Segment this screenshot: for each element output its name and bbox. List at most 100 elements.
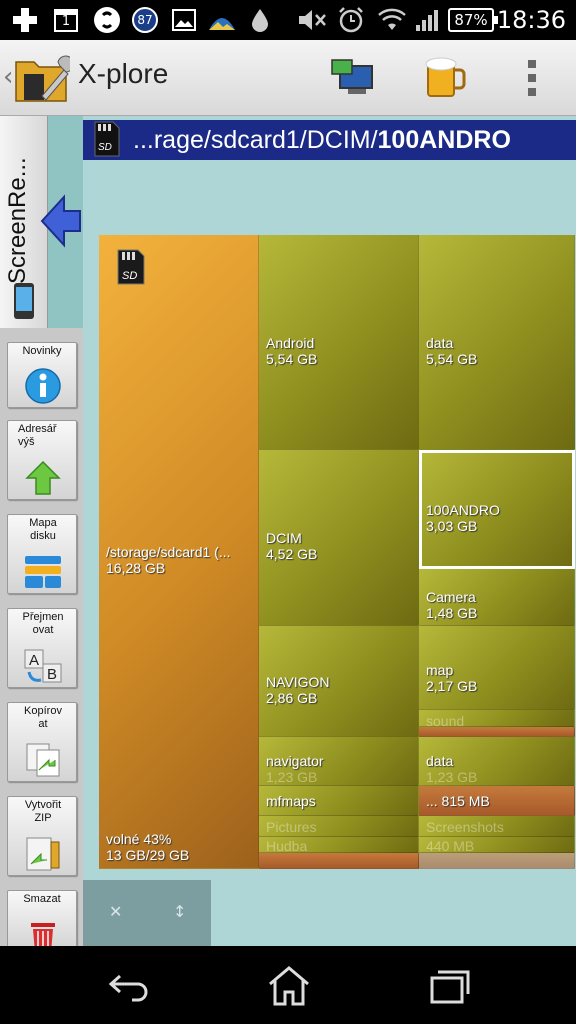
close-icon[interactable]: ✕ xyxy=(109,902,122,921)
notification-badge: 87 xyxy=(137,13,153,27)
rename-button[interactable]: Přejmen ovat AB xyxy=(7,608,77,688)
badge-icon: 87 xyxy=(130,6,160,34)
nav-data-name: data xyxy=(426,753,454,769)
bottom-controls: ✕ ↕ xyxy=(83,880,211,946)
news-button[interactable]: Novinky xyxy=(7,342,77,408)
up-arrow-icon xyxy=(23,460,63,496)
delete-button[interactable]: Smazat xyxy=(7,890,77,953)
app-logo-icon[interactable] xyxy=(14,52,75,104)
treemap-folder-navigon[interactable]: NAVIGON 2,86 GB xyxy=(259,626,419,737)
treemap-file-440mb[interactable]: 440 MB xyxy=(419,837,575,853)
treemap-folder-mfmaps[interactable]: mfmaps xyxy=(259,786,419,816)
treemap-folder-pictures[interactable]: Pictures xyxy=(259,816,419,837)
treemap-folder-android[interactable]: Android 5,54 GB xyxy=(259,235,419,450)
disk-map-icon xyxy=(23,554,63,590)
create-zip-button[interactable]: Vytvořit ZIP xyxy=(7,796,77,876)
app-title: X-plore xyxy=(78,58,169,89)
treemap-small-files-a[interactable] xyxy=(259,853,419,869)
info-icon xyxy=(23,368,63,404)
dcim-name: DCIM xyxy=(266,530,302,546)
androdir-name: 100ANDRO xyxy=(426,502,500,518)
map-size: 2,17 GB xyxy=(426,678,478,694)
left-panel: ScreenRe... Novinky Adresář výš Mapa dis… xyxy=(0,116,83,953)
zip-icon xyxy=(23,836,63,872)
left-arrow-icon[interactable] xyxy=(40,194,82,248)
treemap-folder-android-data[interactable]: data 5,54 GB xyxy=(419,235,575,450)
treemap-folder-nav-data[interactable]: data 1,23 GB xyxy=(419,737,575,786)
home-icon[interactable] xyxy=(264,966,314,1006)
camera-name: Camera xyxy=(426,589,476,605)
treemap-root-sdcard[interactable]: SD /storage/sdcard1 (... 16,28 GB volné … xyxy=(99,235,259,869)
current-path: ...rage/sdcard1/DCIM/100ANDRO xyxy=(133,125,511,155)
mfmaps-file-size: ... 815 MB xyxy=(426,793,490,809)
gallery-icon xyxy=(170,6,198,34)
pictures-name: Pictures xyxy=(266,819,317,835)
pane-tab-label: ScreenRe... xyxy=(4,157,31,284)
resize-icon[interactable]: ↕ xyxy=(173,902,186,921)
beer-donate-icon[interactable] xyxy=(422,54,468,100)
svg-text:A: A xyxy=(29,652,39,669)
calendar-icon: 1 xyxy=(52,6,80,34)
treemap-file-815mb[interactable]: ... 815 MB xyxy=(419,786,575,816)
back-caret-icon[interactable]: ‹ xyxy=(3,62,13,92)
weather-icon xyxy=(206,6,238,34)
android-data-name: data xyxy=(426,335,454,351)
recent-apps-icon[interactable] xyxy=(424,966,474,1006)
news-button-label: Novinky xyxy=(22,345,62,357)
camera-size: 1,48 GB xyxy=(426,605,478,621)
disk-map-button-label: Mapa disku xyxy=(29,517,57,542)
alarm-icon xyxy=(336,6,366,34)
android-data-size: 5,54 GB xyxy=(426,351,478,367)
path-bar[interactable]: SD ...rage/sdcard1/DCIM/100ANDRO xyxy=(83,120,576,160)
parent-directory-button-label: Adresář výš xyxy=(18,423,57,448)
svg-text:SD: SD xyxy=(98,142,112,153)
treemap-folder-map[interactable]: map 2,17 GB xyxy=(419,626,575,710)
plus-notification-icon xyxy=(10,6,40,34)
treemap-folder-navigator[interactable]: navigator 1,23 GB xyxy=(259,737,419,786)
root-sdcard-icon: SD xyxy=(116,248,146,286)
calendar-day: 1 xyxy=(61,14,71,29)
screenshots-name: Screenshots xyxy=(426,819,504,835)
drop-icon xyxy=(248,6,272,34)
treemap-folder-100andro[interactable]: 100ANDRO 3,03 GB xyxy=(419,450,575,569)
svg-text:SD: SD xyxy=(122,270,137,282)
copy-button[interactable]: Kopírov at xyxy=(7,702,77,782)
screen: 1 87 87% 18:36 ‹ X-plore ScreenRe... Nov… xyxy=(0,0,576,1024)
treemap-folder-hudba[interactable]: Hudba xyxy=(259,837,419,853)
hudba-name: Hudba xyxy=(266,838,308,853)
treemap-folder-sound[interactable]: sound xyxy=(419,710,575,727)
map-name: map xyxy=(426,662,454,678)
disk-map-button[interactable]: Mapa disku xyxy=(7,514,77,594)
free-space-label: volné 43% xyxy=(106,831,172,847)
mute-icon xyxy=(296,6,328,34)
signal-icon xyxy=(414,6,442,34)
main-pane: SD ...rage/sdcard1/DCIM/100ANDRO SD /sto… xyxy=(83,116,576,946)
svg-text:B: B xyxy=(47,666,57,683)
back-icon[interactable] xyxy=(104,966,154,1006)
path-prefix: ...rage/sdcard1/DCIM/ xyxy=(133,126,378,154)
status-bar: 1 87 87% 18:36 xyxy=(0,0,576,40)
rename-icon: AB xyxy=(23,648,63,684)
navigator-name: navigator xyxy=(266,753,324,769)
treemap-folder-dcim[interactable]: DCIM 4,52 GB xyxy=(259,450,419,626)
delete-button-label: Smazat xyxy=(23,893,61,905)
root-size: 16,28 GB xyxy=(106,560,166,576)
overflow-menu-icon[interactable] xyxy=(522,58,542,98)
small-file-size: 440 MB xyxy=(426,838,475,853)
nav-data-size: 1,23 GB xyxy=(426,769,478,785)
mfmaps-name: mfmaps xyxy=(266,793,316,809)
pane-arrow-area[interactable] xyxy=(40,116,83,328)
treemap-small-file[interactable] xyxy=(419,727,575,737)
treemap-folder-screenshots[interactable]: Screenshots xyxy=(419,816,575,837)
treemap-folder-camera[interactable]: Camera 1,48 GB xyxy=(419,569,575,626)
remote-screen-icon[interactable] xyxy=(330,58,376,98)
dcim-size: 4,52 GB xyxy=(266,546,318,562)
copy-button-label: Kopírov at xyxy=(24,705,62,730)
phone-icon xyxy=(12,282,36,320)
android-size: 5,54 GB xyxy=(266,351,318,367)
navigon-name: NAVIGON xyxy=(266,674,330,690)
root-name: /storage/sdcard1 (... xyxy=(106,544,231,560)
parent-directory-button[interactable]: Adresář výš xyxy=(7,420,77,500)
treemap-small-files-b[interactable] xyxy=(419,853,575,869)
battery-indicator: 87% xyxy=(448,8,498,32)
